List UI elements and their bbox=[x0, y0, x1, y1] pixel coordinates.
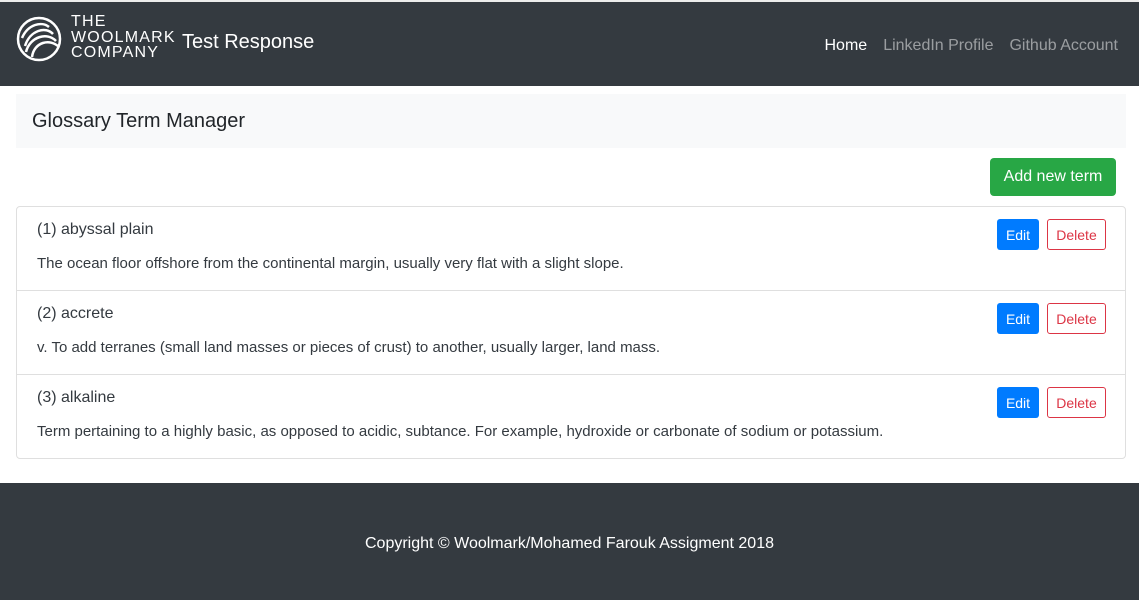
term-list: (1) abyssal plain The ocean floor offsho… bbox=[16, 206, 1126, 459]
add-term-button[interactable]: Add new term bbox=[990, 158, 1116, 196]
delete-button[interactable]: Delete bbox=[1047, 219, 1106, 250]
nav-home[interactable]: Home bbox=[825, 37, 868, 55]
woolmark-logo-icon[interactable] bbox=[16, 16, 62, 62]
logo-line: COMPANY bbox=[71, 44, 160, 61]
edit-button[interactable]: Edit bbox=[997, 303, 1039, 334]
brand-title[interactable]: Test Response bbox=[182, 31, 314, 54]
delete-button[interactable]: Delete bbox=[1047, 387, 1106, 418]
nav-github[interactable]: Github Account bbox=[1009, 37, 1118, 55]
footer: Copyright © Woolmark/Mohamed Farouk Assi… bbox=[0, 483, 1139, 600]
page-header: Glossary Term Manager bbox=[16, 94, 1126, 148]
term-definition: v. To add terranes (small land masses or… bbox=[37, 339, 661, 356]
copyright-text: Copyright © Woolmark/Mohamed Farouk Assi… bbox=[364, 535, 774, 552]
term-definition: The ocean floor offshore from the contin… bbox=[37, 255, 624, 272]
term-title: (1) abyssal plain bbox=[37, 221, 154, 238]
page-title: Glossary Term Manager bbox=[32, 110, 246, 132]
list-item: (3) alkaline Term pertaining to a highly… bbox=[17, 375, 1125, 458]
logo-line: THE bbox=[71, 13, 107, 30]
nav-menu: Home LinkedIn Profile Github Account bbox=[825, 37, 1119, 55]
edit-button[interactable]: Edit bbox=[997, 387, 1039, 418]
logo-wordmark: THE WOOLMARK COMPANY bbox=[71, 14, 176, 61]
term-title: (3) alkaline bbox=[37, 389, 116, 406]
delete-button[interactable]: Delete bbox=[1047, 303, 1106, 334]
list-item: (1) abyssal plain The ocean floor offsho… bbox=[17, 207, 1125, 291]
navbar: THE WOOLMARK COMPANY Test Response Home … bbox=[0, 0, 1139, 86]
edit-button[interactable]: Edit bbox=[997, 219, 1039, 250]
nav-linkedin[interactable]: LinkedIn Profile bbox=[883, 37, 993, 55]
logo-line: WOOLMARK bbox=[71, 28, 176, 46]
list-item: (2) accrete v. To add terranes (small la… bbox=[17, 291, 1125, 375]
term-definition: Term pertaining to a highly basic, as op… bbox=[37, 423, 884, 440]
term-title: (2) accrete bbox=[37, 305, 114, 322]
